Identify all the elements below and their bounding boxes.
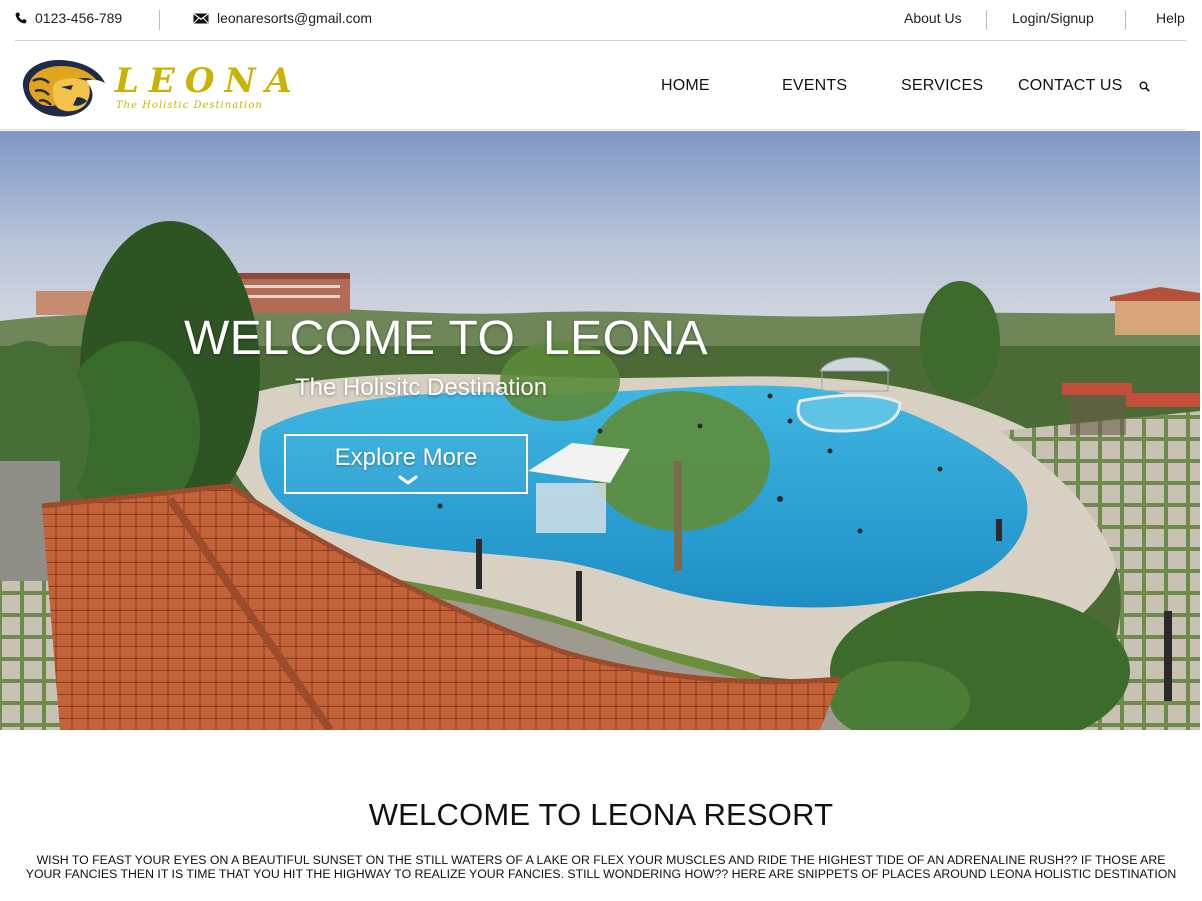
site-logo[interactable]: LEONA The Holistic Destination [15,57,310,121]
explore-more-button[interactable]: Explore More [284,434,528,494]
phone-icon [15,12,27,24]
nav-events[interactable]: EVENTS [782,77,847,95]
phone-number: 0123-456-789 [35,10,123,26]
about-us-link[interactable]: About Us [904,10,962,26]
top-contact-bar: 0123-456-789 leonaresorts@gmail.com Abou… [0,0,1202,41]
nav-contact-us[interactable]: CONTACT US [1018,77,1123,95]
email-contact[interactable]: leonaresorts@gmail.com [193,10,372,26]
phone-contact[interactable]: 0123-456-789 [15,10,122,26]
divider [159,10,160,30]
resort-pool-photo [0,131,1200,730]
help-link[interactable]: Help [1156,10,1185,26]
login-signup-link[interactable]: Login/Signup [1012,10,1094,26]
header-divider-line [0,129,1186,130]
site-header: LEONA The Holistic Destination HOME EVEN… [0,41,1202,130]
intro-paragraph: WISH TO FEAST YOUR EYES ON A BEAUTIFUL S… [25,853,1177,881]
hero-banner: WELCOME TO LEONA The Holisitc Destinatio… [0,131,1200,730]
hero-title: WELCOME TO LEONA [184,312,709,365]
explore-more-label: Explore More [334,444,478,471]
nav-services[interactable]: SERVICES [901,77,983,95]
nav-home[interactable]: HOME [661,77,710,95]
logo-tagline: The Holistic Destination [116,100,263,111]
divider [1125,10,1126,30]
logo-wordmark: LEONA [115,61,302,101]
search-icon[interactable] [1139,81,1150,92]
email-address: leonaresorts@gmail.com [217,10,373,26]
lion-logo-icon [22,59,105,117]
intro-heading: WELCOME TO LEONA RESORT [368,797,834,832]
chevron-down-icon [398,475,418,485]
divider [986,10,987,30]
mail-icon [193,12,209,24]
hero-subtitle: The Holisitc Destination [295,374,548,401]
